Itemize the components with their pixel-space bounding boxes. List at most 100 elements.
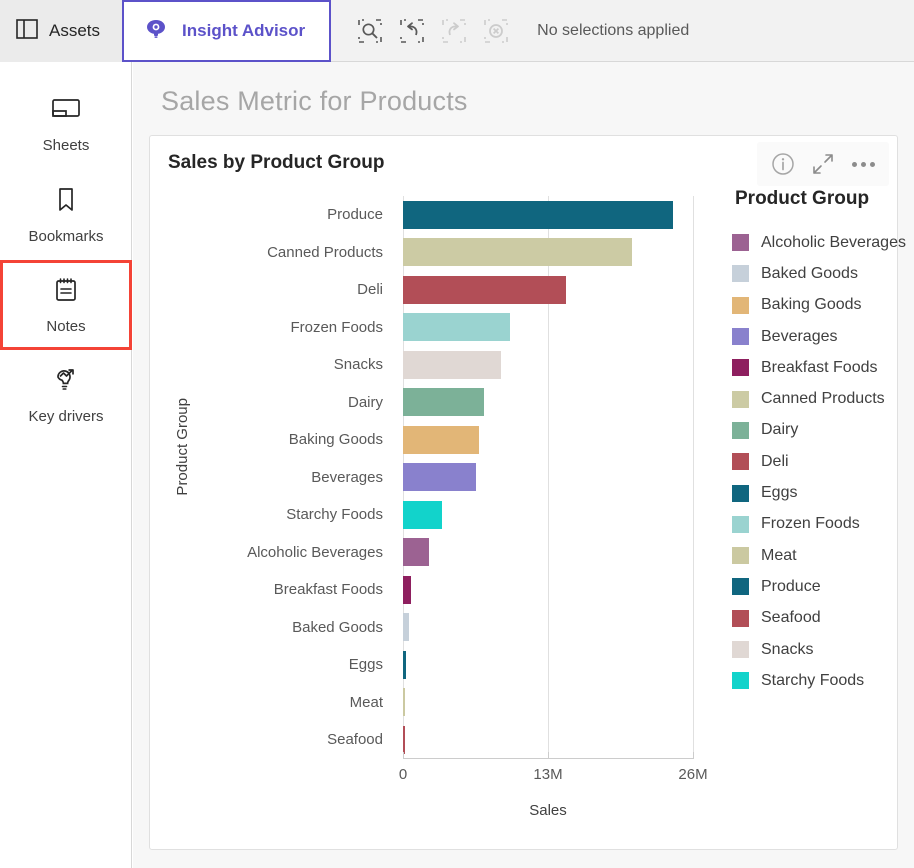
legend-item[interactable]: Meat <box>732 540 914 571</box>
legend-swatch <box>732 296 749 314</box>
legend-item[interactable]: Snacks <box>732 634 914 665</box>
chart-bar-row <box>403 496 693 534</box>
legend-label: Snacks <box>761 640 814 658</box>
sidebar-item-sheets[interactable]: Sheets <box>0 80 132 170</box>
chart-toolbar <box>757 142 889 186</box>
chart-category-label[interactable]: Alcoholic Beverages <box>200 534 392 572</box>
chart-category-label[interactable]: Snacks <box>200 346 392 384</box>
chart-bar[interactable] <box>403 350 502 379</box>
legend-item[interactable]: Frozen Foods <box>732 509 914 540</box>
chart-bar[interactable] <box>403 688 405 717</box>
chart-bar[interactable] <box>403 500 443 529</box>
chart-bar[interactable] <box>403 313 511 342</box>
assets-panel-icon <box>16 18 38 44</box>
app-root: Assets Insight Advisor No selections app… <box>0 0 914 868</box>
chart-bar[interactable] <box>403 425 479 454</box>
legend-item[interactable]: Produce <box>732 571 914 602</box>
legend-item[interactable]: Deli <box>732 446 914 477</box>
legend-swatch <box>732 578 749 596</box>
chart-bar[interactable] <box>403 650 407 679</box>
chart-bar[interactable] <box>403 463 476 492</box>
chart-bar-row <box>403 646 693 684</box>
tab-assets-label: Assets <box>49 21 101 40</box>
chart-legend: Product Group Alcoholic Beverages Baked G… <box>732 188 914 696</box>
legend-label: Breakfast Foods <box>761 358 878 376</box>
sidebar-item-notes-label: Notes <box>46 317 86 335</box>
expand-icon[interactable] <box>809 150 837 178</box>
chart-bar[interactable] <box>403 200 673 229</box>
chart-category-labels: Produce Canned Products Deli Frozen Foods Sn… <box>200 196 392 759</box>
legend-label: Alcoholic Beverages <box>761 233 906 251</box>
chart-category-label[interactable]: Eggs <box>200 646 392 684</box>
legend-swatch <box>732 234 749 252</box>
tab-insight-advisor[interactable]: Insight Advisor <box>122 0 332 62</box>
chart-category-label[interactable]: Deli <box>200 271 392 309</box>
chart-category-label[interactable]: Canned Products <box>200 234 392 272</box>
more-options-dots <box>851 161 875 167</box>
legend-item[interactable]: Beverages <box>732 321 914 352</box>
bookmark-icon <box>53 186 79 219</box>
sidebar-item-bookmarks[interactable]: Bookmarks <box>0 170 132 260</box>
chart-title: Sales by Product Group <box>168 152 385 173</box>
chart-category-label[interactable]: Baking Goods <box>200 421 392 459</box>
chart-plot-area: Produce Canned Products Deli Frozen Foods Sn… <box>200 188 906 851</box>
legend-swatch <box>732 328 749 346</box>
xtick-label-26M: 26M <box>678 766 708 783</box>
sidebar-item-notes[interactable]: Notes <box>0 260 132 350</box>
legend-swatch <box>732 390 749 408</box>
chart-bar[interactable] <box>403 388 485 417</box>
chart-category-label[interactable]: Beverages <box>200 459 392 497</box>
main-content: Sales Metric for Products Sales by Produ… <box>133 62 914 868</box>
left-sidebar: Sheets Bookmarks Notes Key drivers <box>0 62 132 868</box>
chart-bar-row <box>403 534 693 572</box>
legend-item[interactable]: Baking Goods <box>732 290 914 321</box>
chart-category-label[interactable]: Dairy <box>200 384 392 422</box>
chart-category-label[interactable]: Meat <box>200 684 392 722</box>
chart-category-label[interactable]: Seafood <box>200 721 392 759</box>
chart-bar[interactable] <box>403 575 411 604</box>
xtick-label-0: 0 <box>398 766 408 783</box>
chart-bar-row <box>403 684 693 722</box>
selection-search-icon[interactable] <box>355 16 385 46</box>
chart-bar-row <box>403 346 693 384</box>
legend-item[interactable]: Breakfast Foods <box>732 352 914 383</box>
step-back-icon[interactable] <box>397 16 427 46</box>
step-forward-icon[interactable] <box>439 16 469 46</box>
legend-item[interactable]: Starchy Foods <box>732 665 914 696</box>
chart-category-label[interactable]: Starchy Foods <box>200 496 392 534</box>
chart-category-label[interactable]: Baked Goods <box>200 609 392 647</box>
sheets-icon <box>51 97 81 128</box>
legend-item[interactable]: Dairy <box>732 415 914 446</box>
legend-item[interactable]: Eggs <box>732 477 914 508</box>
xtick-26M <box>693 752 694 759</box>
legend-item[interactable]: Seafood <box>732 603 914 634</box>
notes-icon <box>52 276 80 309</box>
tab-assets[interactable]: Assets <box>0 0 123 62</box>
legend-item[interactable]: Canned Products <box>732 383 914 414</box>
chart-category-label[interactable]: Frozen Foods <box>200 309 392 347</box>
legend-item[interactable]: Baked Goods <box>732 258 914 289</box>
chart-bar[interactable] <box>403 238 632 267</box>
legend-label: Frozen Foods <box>761 515 860 533</box>
chart-category-label[interactable]: Breakfast Foods <box>200 571 392 609</box>
legend-swatch <box>732 547 749 565</box>
chart-bars <box>403 196 693 758</box>
legend-item[interactable]: Alcoholic Beverages <box>732 227 914 258</box>
top-toolbar: Assets Insight Advisor No selections app… <box>0 0 914 62</box>
bar-chart: Product Group Produce Canned Products Deli… <box>150 188 906 851</box>
chart-bar[interactable] <box>403 275 566 304</box>
legend-swatch <box>732 265 749 283</box>
legend-label: Deli <box>761 452 789 470</box>
info-icon[interactable] <box>769 150 797 178</box>
tab-insight-advisor-label: Insight Advisor <box>182 21 306 40</box>
legend-label: Meat <box>761 546 797 564</box>
chart-bar[interactable] <box>403 538 429 567</box>
sidebar-item-key-drivers[interactable]: Key drivers <box>0 350 132 440</box>
clear-selections-icon[interactable] <box>481 16 511 46</box>
legend-swatch <box>732 453 749 471</box>
chart-category-label[interactable]: Produce <box>200 196 392 234</box>
chart-bar[interactable] <box>403 725 405 754</box>
chart-bar[interactable] <box>403 613 409 642</box>
page-title: Sales Metric for Products <box>161 86 468 116</box>
more-options-icon[interactable] <box>849 150 877 178</box>
